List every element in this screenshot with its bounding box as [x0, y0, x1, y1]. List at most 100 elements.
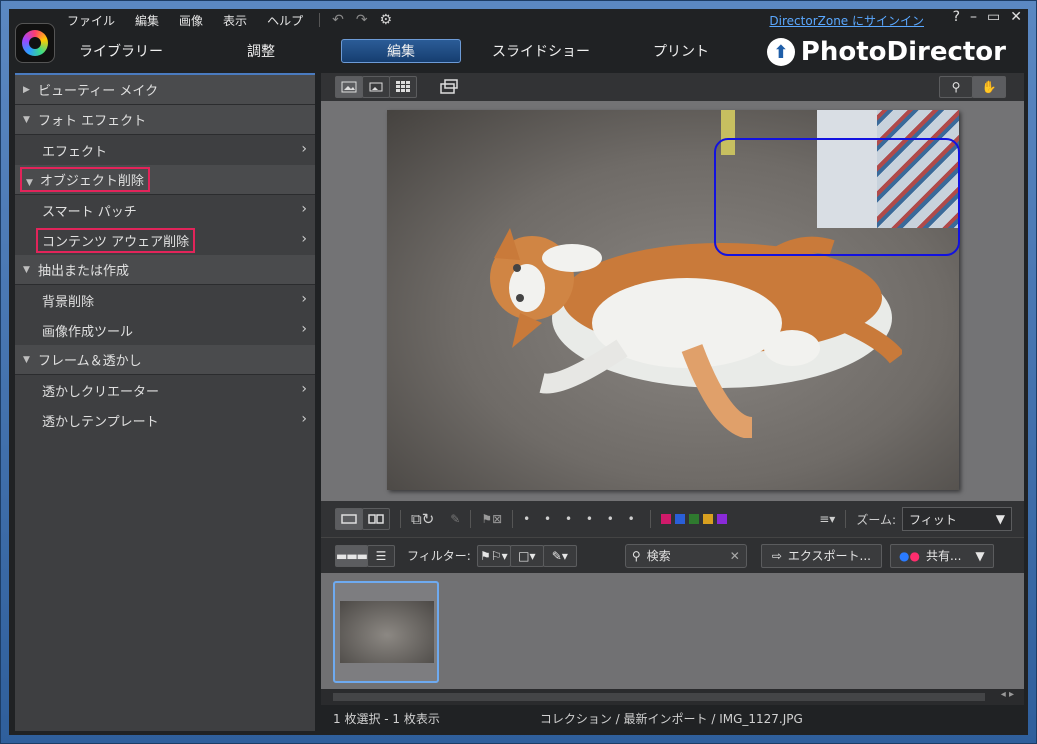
tab-adjust[interactable]: 調整 — [201, 39, 321, 63]
filmstrip-view-button[interactable]: ▬▬▬ — [335, 544, 368, 567]
help-icon[interactable]: ? — [953, 9, 960, 25]
list-view-button[interactable]: ☰ — [367, 544, 396, 567]
chevron-right-icon: › — [301, 231, 307, 247]
menu-file[interactable]: ファイル — [57, 12, 125, 29]
view-mode-group — [335, 76, 417, 98]
logo-swirl-icon — [22, 30, 48, 56]
color-label-yellow[interactable] — [702, 514, 713, 524]
layout-group — [335, 508, 390, 530]
redo-icon[interactable]: ↷ — [356, 12, 368, 28]
photo-thumbnail[interactable] — [333, 581, 439, 683]
zoom-value: フィット — [909, 512, 957, 527]
section-label: フレーム＆透かし — [38, 354, 142, 369]
filter-label: フィルター: — [407, 549, 471, 563]
flag-icon[interactable]: ⚑⊠ — [481, 512, 502, 526]
menu-help[interactable]: ヘルプ — [257, 12, 313, 29]
panel-item-background-removal[interactable]: 背景削除 › — [15, 285, 315, 315]
photo-viewer[interactable] — [321, 101, 1024, 501]
pencil-icon[interactable]: ✎ — [450, 512, 460, 526]
highlighted-section-label: ▼ オブジェクト削除 — [20, 167, 150, 192]
filmstrip: ◂ ▸ — [321, 573, 1024, 701]
section-label: ビューティー メイク — [38, 84, 159, 99]
section-photo-effects[interactable]: ▼ フォト エフェクト — [15, 105, 315, 135]
panel-item-effects[interactable]: エフェクト › — [15, 135, 315, 165]
section-extract-create[interactable]: ▼ 抽出または作成 — [15, 255, 315, 285]
collapse-down-icon: ▼ — [23, 264, 30, 275]
compare-mode-button[interactable] — [362, 76, 390, 98]
app-window: ファイル 編集 画像 表示 ヘルプ ↶ ↷ ⚙ DirectorZone にサイ… — [0, 0, 1037, 744]
status-bar: 1 枚選択 - 1 枚表示 コレクション / 最新インポート / IMG_112… — [321, 705, 1024, 731]
divider — [470, 510, 472, 528]
menu-edit[interactable]: 編集 — [125, 12, 169, 29]
panel-item-watermark-template[interactable]: 透かしテンプレート › — [15, 405, 315, 435]
panel-item-watermark-creator[interactable]: 透かしクリエーター › — [15, 375, 315, 405]
secondary-display-button[interactable] — [435, 76, 463, 98]
search-box[interactable]: ⚲ 検索 ✕ — [624, 543, 747, 568]
divider — [512, 510, 514, 528]
minimize-icon[interactable]: – — [970, 9, 977, 25]
maximize-icon[interactable]: ▭ — [987, 9, 1000, 25]
app-logo[interactable] — [15, 23, 55, 63]
export-button[interactable]: ⇨ エクスポート... — [760, 543, 882, 568]
section-beauty[interactable]: ▶ ビューティー メイク — [15, 75, 315, 105]
flags-icon: ⚑⚐▾ — [480, 548, 508, 563]
panel-item-content-aware-removal[interactable]: コンテンツ アウェア削除 › — [15, 225, 315, 255]
single-view-button[interactable] — [335, 508, 363, 530]
object-selection-outline[interactable] — [714, 138, 960, 256]
panel-item-image-creation-tool[interactable]: 画像作成ツール › — [15, 315, 315, 345]
hand-tool-button[interactable]: ✋ — [972, 76, 1006, 98]
expand-right-icon: ▶ — [23, 84, 30, 95]
menu-view[interactable]: 表示 — [213, 12, 257, 29]
item-label: 透かしクリエーター — [42, 384, 160, 400]
flag-filter-button[interactable]: ⚑⚐▾ — [476, 544, 511, 567]
menu-image[interactable]: 画像 — [169, 12, 213, 29]
viewer-mode-button[interactable] — [335, 76, 363, 98]
section-object-removal[interactable]: ▼ オブジェクト削除 — [15, 165, 315, 195]
gear-icon[interactable]: ⚙ — [380, 12, 393, 28]
color-label-purple[interactable] — [716, 514, 727, 524]
label-filter-button[interactable]: □▾ — [509, 544, 544, 567]
viewer-toolbar: ⚲ ✋ — [321, 73, 1024, 101]
upload-arrow-icon: ⬆ — [766, 38, 795, 66]
color-label-green[interactable] — [688, 514, 699, 524]
color-label-blue[interactable] — [674, 514, 685, 524]
rating-stars[interactable]: • • • • • • — [523, 512, 640, 526]
clear-search-icon[interactable]: ✕ — [730, 549, 740, 563]
search-input[interactable]: 検索 — [647, 547, 730, 564]
brand-name: PhotoDirector — [800, 37, 1006, 67]
tab-print[interactable]: プリント — [621, 39, 741, 63]
close-icon[interactable]: ✕ — [1010, 9, 1022, 25]
rotate-stack-icon[interactable]: ⧉↻ — [411, 510, 434, 528]
chevron-right-icon: › — [301, 321, 307, 337]
color-label-red[interactable] — [660, 514, 671, 524]
filter-group: ⚑⚐▾ □▾ ✎▾ — [476, 544, 577, 567]
sort-menu-icon[interactable]: ≡▾ — [819, 512, 835, 526]
tab-edit[interactable]: 編集 — [341, 39, 461, 63]
grid-icon — [396, 81, 410, 92]
item-label: スマート パッチ — [42, 204, 137, 220]
collapse-down-icon: ▼ — [23, 114, 30, 125]
share-button[interactable]: ●● 共有... ▼ — [889, 543, 994, 568]
photo-icon — [341, 81, 357, 93]
square-icon: □▾ — [518, 548, 536, 563]
undo-icon[interactable]: ↶ — [332, 12, 344, 28]
magnifier-icon: ⚲ — [951, 80, 961, 94]
horizontal-scrollbar[interactable] — [333, 693, 985, 701]
grid-mode-button[interactable] — [389, 76, 417, 98]
color-labels — [660, 514, 731, 524]
item-label: 透かしテンプレート — [42, 414, 159, 430]
section-frame-watermark[interactable]: ▼ フレーム＆透かし — [15, 345, 315, 375]
panel-item-smart-patch[interactable]: スマート パッチ › — [15, 195, 315, 225]
share-dots-icon: ●● — [898, 548, 920, 563]
directorzone-signin-link[interactable]: DirectorZone にサインイン — [769, 12, 924, 29]
tab-slideshow[interactable]: スライドショー — [481, 39, 601, 63]
scroll-arrows-icon[interactable]: ◂ ▸ — [1001, 689, 1014, 700]
filmstrip-view-group: ▬▬▬ ☰ — [335, 544, 396, 567]
magnifier-button[interactable]: ⚲ — [939, 76, 973, 98]
before-after-button[interactable] — [362, 508, 390, 530]
zoom-select[interactable]: フィット ▼ — [902, 507, 1012, 531]
tab-library[interactable]: ライブラリー — [61, 39, 181, 63]
dropdown-arrow-icon[interactable]: ▼ — [975, 549, 984, 563]
edit-filter-button[interactable]: ✎▾ — [542, 544, 577, 567]
dropdown-arrow-icon: ▼ — [995, 512, 1005, 526]
